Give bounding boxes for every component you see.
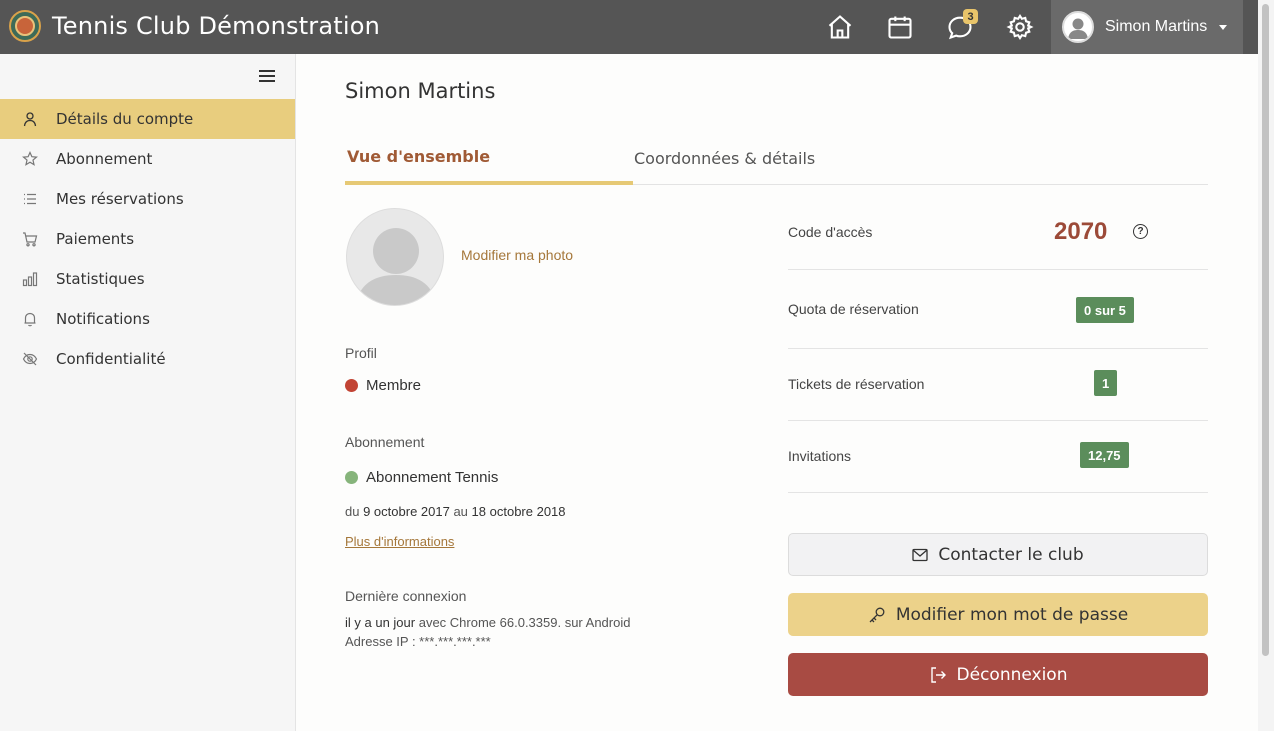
tickets-label: Tickets de réservation xyxy=(788,376,925,392)
calendar-icon[interactable] xyxy=(883,10,917,44)
sidebar-item-label: Détails du compte xyxy=(56,110,194,128)
mail-icon xyxy=(912,548,929,562)
subscription-status: Abonnement Tennis xyxy=(345,469,498,486)
access-code-value: 2070 xyxy=(1054,218,1108,245)
status-dot xyxy=(345,471,358,484)
last-login-detail: il y a un jour avec Chrome 66.0.3359. su… xyxy=(345,615,631,630)
sidebar: Détails du compte Abonnement Mes réserva… xyxy=(0,54,296,731)
invitations-row: Invitations 12,75 xyxy=(788,421,1208,493)
access-code-row: Code d'accès 2070 ? xyxy=(788,198,1208,270)
help-icon[interactable]: ? xyxy=(1133,224,1148,239)
sidebar-item-account-details[interactable]: Détails du compte xyxy=(0,99,295,139)
app-title[interactable]: Tennis Club Démonstration xyxy=(52,12,380,40)
logout-button[interactable]: Déconnexion xyxy=(788,653,1208,696)
profile-photo[interactable] xyxy=(346,208,444,306)
user-name: Simon Martins xyxy=(1105,18,1208,35)
last-login-ip: Adresse IP : ***.***.***.*** xyxy=(345,634,491,649)
quota-row: Quota de réservation 0 sur 5 xyxy=(788,270,1208,349)
tab-contact-details[interactable]: Coordonnées & détails xyxy=(634,131,815,185)
chevron-down-icon xyxy=(1219,24,1228,30)
list-icon xyxy=(22,191,38,207)
subscription-period: du 9 octobre 2017 au 18 octobre 2018 xyxy=(345,504,566,519)
profile-value: Membre xyxy=(366,377,422,394)
home-icon[interactable] xyxy=(823,10,857,44)
sidebar-item-label: Confidentialité xyxy=(56,350,166,368)
user-icon xyxy=(22,111,38,127)
access-code-label: Code d'accès xyxy=(788,224,873,240)
sidebar-item-subscription[interactable]: Abonnement xyxy=(0,139,295,179)
sidebar-item-label: Statistiques xyxy=(56,270,145,288)
sidebar-item-privacy[interactable]: Confidentialité xyxy=(0,339,295,379)
bell-icon xyxy=(22,311,38,327)
avatar xyxy=(1062,11,1094,43)
invitations-badge: 12,75 xyxy=(1080,442,1129,468)
logout-icon xyxy=(929,666,947,684)
scrollbar[interactable] xyxy=(1258,0,1274,731)
page-title: Simon Martins xyxy=(345,79,496,103)
status-dot xyxy=(345,379,358,392)
last-login-label: Dernière connexion xyxy=(345,588,467,604)
tab-overview[interactable]: Vue d'ensemble xyxy=(345,131,633,185)
top-bar: Tennis Club Démonstration 3 Simon Martin… xyxy=(0,0,1258,54)
sidebar-item-label: Mes réservations xyxy=(56,190,184,208)
quota-label: Quota de réservation xyxy=(788,301,919,317)
eye-off-icon xyxy=(22,351,38,367)
tickets-badge: 1 xyxy=(1094,370,1118,396)
user-menu[interactable]: Simon Martins xyxy=(1051,0,1243,54)
invitations-label: Invitations xyxy=(788,448,852,464)
sidebar-item-label: Notifications xyxy=(56,310,150,328)
quota-badge: 0 sur 5 xyxy=(1076,297,1134,323)
more-info-link[interactable]: Plus d'informations xyxy=(345,534,454,549)
sidebar-item-statistics[interactable]: Statistiques xyxy=(0,259,295,299)
star-icon xyxy=(22,151,38,167)
sidebar-item-label: Abonnement xyxy=(56,150,153,168)
tab-bar: Vue d'ensemble Coordonnées & détails xyxy=(345,131,1208,185)
subscription-value: Abonnement Tennis xyxy=(366,469,499,486)
gear-icon[interactable] xyxy=(1003,10,1037,44)
sidebar-item-reservations[interactable]: Mes réservations xyxy=(0,179,295,219)
sidebar-item-payments[interactable]: Paiements xyxy=(0,219,295,259)
sidebar-item-notifications[interactable]: Notifications xyxy=(0,299,295,339)
chat-icon[interactable]: 3 xyxy=(943,9,978,44)
subscription-label: Abonnement xyxy=(345,434,425,450)
sidebar-item-label: Paiements xyxy=(56,230,135,248)
profile-label: Profil xyxy=(345,345,377,361)
chat-badge: 3 xyxy=(963,9,978,24)
club-logo[interactable] xyxy=(9,10,41,42)
contact-club-button[interactable]: Contacter le club xyxy=(788,533,1208,576)
change-photo-link[interactable]: Modifier ma photo xyxy=(461,247,573,263)
bar-chart-icon xyxy=(22,271,38,287)
profile-status: Membre xyxy=(345,377,421,394)
tickets-row: Tickets de réservation 1 xyxy=(788,349,1208,421)
cart-icon xyxy=(22,231,38,247)
sidebar-nav: Détails du compte Abonnement Mes réserva… xyxy=(0,99,295,379)
change-password-button[interactable]: Modifier mon mot de passe xyxy=(788,593,1208,636)
key-icon xyxy=(868,606,886,624)
menu-toggle-icon[interactable] xyxy=(259,70,275,82)
